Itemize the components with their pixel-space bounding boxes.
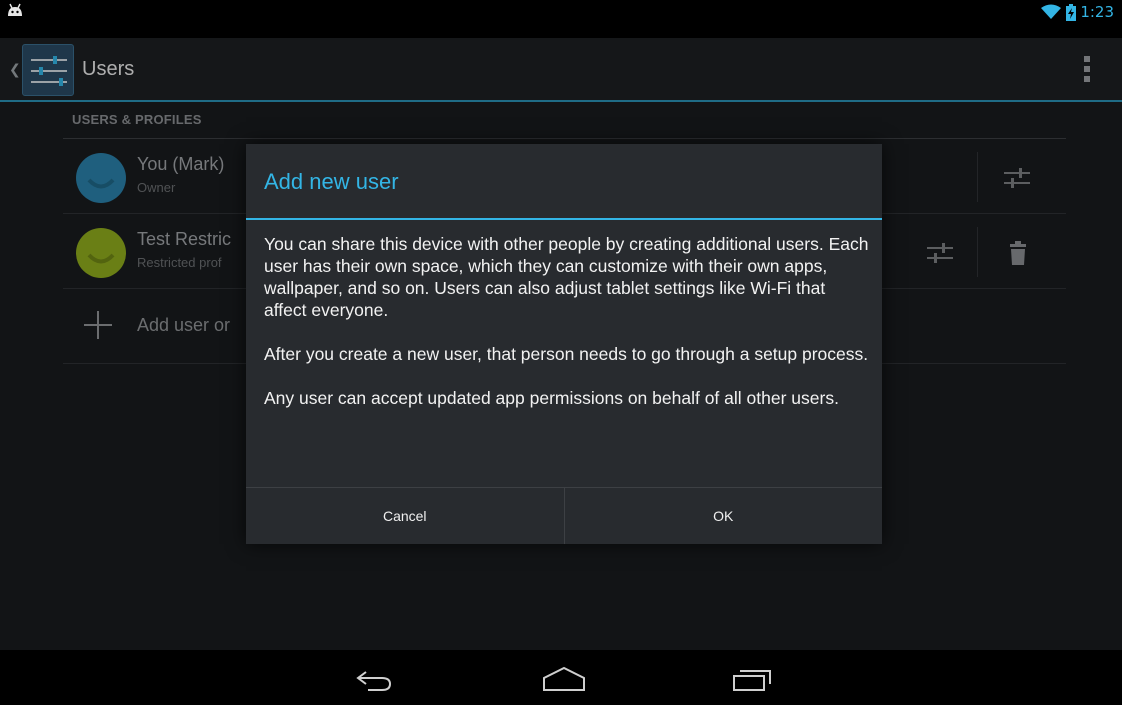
dialog-button-bar: Cancel OK	[246, 487, 882, 544]
dialog-title-divider	[246, 218, 882, 220]
dialog-paragraph: You can share this device with other peo…	[264, 234, 869, 320]
home-icon[interactable]	[541, 664, 587, 694]
wifi-icon	[1041, 4, 1062, 19]
cancel-button[interactable]: Cancel	[246, 488, 564, 544]
dialog-title: Add new user	[264, 169, 399, 194]
status-time: 1:23	[1080, 3, 1114, 21]
ok-button[interactable]: OK	[563, 488, 883, 544]
battery-charging-icon	[1066, 3, 1077, 21]
navigation-bar	[0, 650, 1122, 705]
android-icon	[8, 3, 22, 16]
add-user-dialog: Add new user You can share this device w…	[246, 144, 882, 544]
dialog-message: You can share this device with other peo…	[264, 233, 869, 431]
status-bar: 1:23	[0, 0, 1122, 38]
recents-icon[interactable]	[730, 664, 776, 694]
back-icon[interactable]	[352, 664, 398, 694]
dialog-paragraph: After you create a new user, that person…	[264, 344, 869, 364]
dialog-paragraph: Any user can accept updated app permissi…	[264, 388, 839, 408]
